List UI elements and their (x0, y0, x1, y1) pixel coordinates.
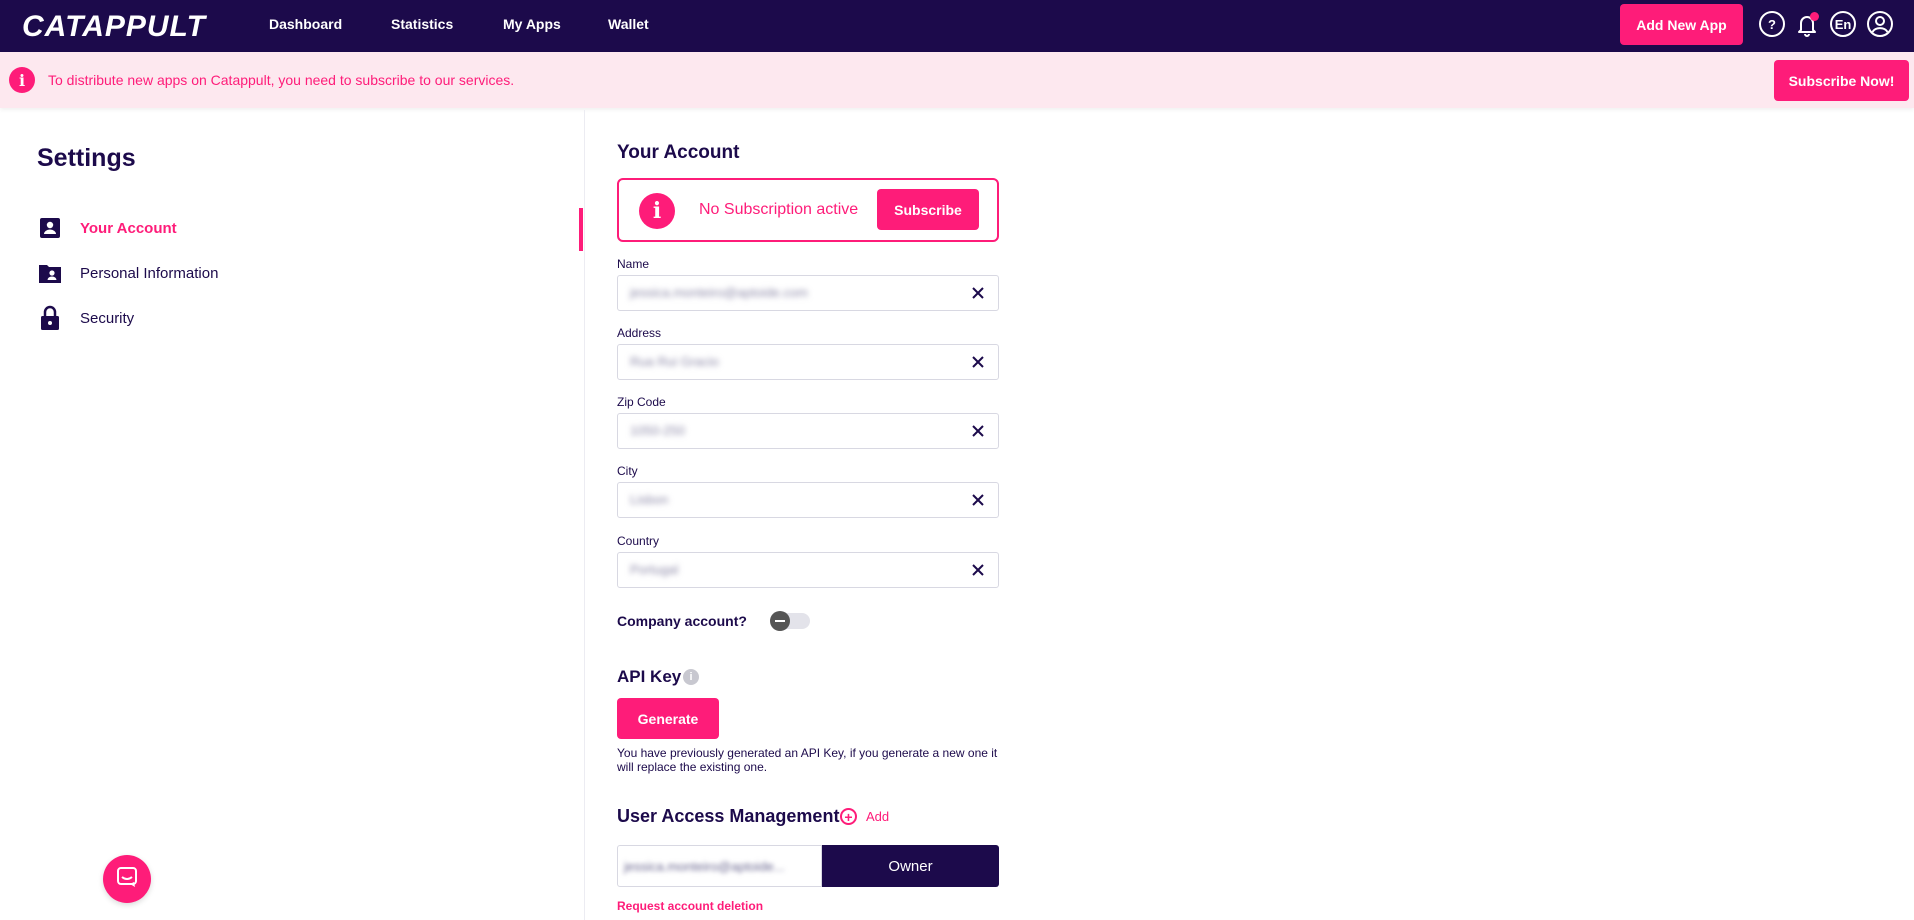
nav-statistics[interactable]: Statistics (391, 16, 453, 32)
nav-wallet[interactable]: Wallet (608, 16, 649, 32)
nav-dashboard[interactable]: Dashboard (269, 16, 342, 32)
add-user-button[interactable]: + Add (840, 808, 889, 825)
user-access-management-title: User Access Management (617, 806, 840, 826)
lock-icon (38, 305, 62, 330)
top-nav-bar: CATAPPULT Dashboard Statistics My Apps W… (0, 0, 1914, 52)
active-section-marker (579, 208, 583, 251)
plus-circle-icon: + (840, 808, 857, 825)
notification-dot (1810, 12, 1819, 21)
name-field[interactable]: jessica.monteiro@aptoide.com (617, 275, 999, 311)
zip-code-field[interactable]: 1050-250 (617, 413, 999, 449)
folder-user-icon (38, 261, 62, 285)
banner-message: To distribute new apps on Catappult, you… (48, 72, 515, 88)
settings-title: Settings (37, 144, 136, 172)
catappult-logo[interactable]: CATAPPULT (22, 10, 206, 44)
city-label: City (617, 464, 638, 478)
info-icon: i (639, 193, 675, 229)
subscription-banner: i To distribute new apps on Catappult, y… (0, 52, 1914, 108)
api-key-note: You have previously generated an API Key… (617, 746, 998, 774)
help-question-icon[interactable]: ? (1759, 11, 1785, 37)
sidebar-item-label: Your Account (80, 219, 177, 237)
name-label: Name (617, 257, 650, 271)
company-account-toggle[interactable] (770, 611, 810, 631)
country-value: Portugal (630, 562, 679, 577)
name-value: jessica.monteiro@aptoide.com (630, 285, 808, 300)
clear-icon[interactable] (968, 421, 988, 441)
add-new-app-button[interactable]: Add New App (1620, 4, 1743, 45)
generate-api-key-button[interactable]: Generate (617, 698, 719, 739)
sidebar-item-label: Personal Information (80, 264, 219, 282)
clear-icon[interactable] (968, 283, 988, 303)
your-account-title: Your Account (617, 142, 740, 163)
sidebar-item-personal-information[interactable]: Personal Information (38, 260, 218, 286)
address-field[interactable]: Rua Rui Gracio (617, 344, 999, 380)
request-account-deletion-link[interactable]: Request account deletion (617, 899, 763, 913)
clear-icon[interactable] (968, 490, 988, 510)
address-label: Address (617, 326, 662, 340)
clear-icon[interactable] (968, 352, 988, 372)
language-selector[interactable]: En (1830, 11, 1856, 37)
sidebar-item-security[interactable]: Security (38, 305, 134, 331)
info-icon: i (9, 67, 35, 93)
api-key-title: API Key (617, 667, 682, 686)
subscription-status: No Subscription active (699, 201, 859, 218)
sidebar-divider (584, 110, 585, 920)
city-field[interactable]: Lisbon (617, 482, 999, 518)
subscription-status-box: i No Subscription active Subscribe (617, 178, 999, 242)
profile-user-icon[interactable] (1866, 10, 1894, 38)
company-account-label: Company account? (617, 613, 747, 629)
sidebar-item-your-account[interactable]: Your Account (38, 215, 177, 241)
sidebar-item-label: Security (80, 309, 135, 327)
subscribe-button[interactable]: Subscribe (877, 189, 979, 230)
chat-icon (116, 866, 138, 893)
address-value: Rua Rui Gracio (630, 354, 719, 369)
user-email-value: jessica.monteiro@aptoide... (624, 859, 785, 874)
info-icon[interactable]: i (683, 669, 699, 685)
account-badge-icon (38, 216, 62, 240)
subscribe-now-button[interactable]: Subscribe Now! (1774, 60, 1909, 101)
zip-code-value: 1050-250 (630, 423, 685, 438)
chat-support-button[interactable] (103, 855, 151, 903)
add-user-label: Add (866, 809, 890, 824)
zip-code-label: Zip Code (617, 395, 666, 409)
country-field[interactable]: Portugal (617, 552, 999, 588)
clear-icon[interactable] (968, 560, 988, 580)
user-role-owner[interactable]: Owner (822, 845, 999, 887)
toggle-knob (770, 611, 790, 631)
city-value: Lisbon (630, 492, 669, 507)
user-email-field[interactable]: jessica.monteiro@aptoide... (617, 845, 822, 887)
country-label: Country (617, 534, 660, 548)
nav-my-apps[interactable]: My Apps (503, 16, 561, 32)
